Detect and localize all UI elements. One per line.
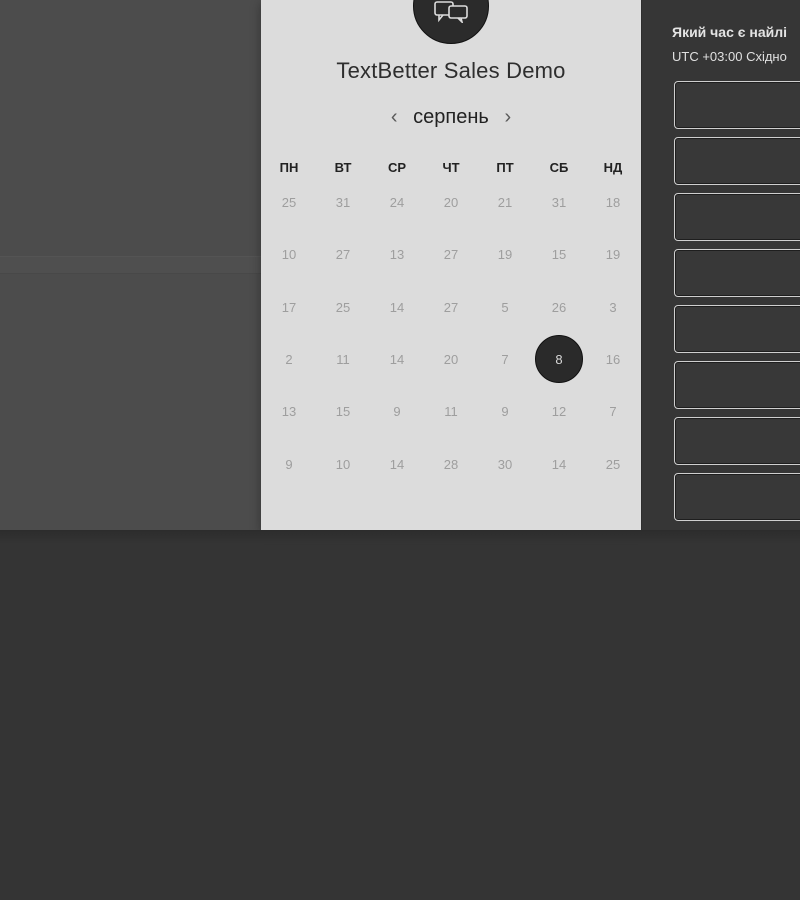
calendar-day[interactable]: 11 bbox=[319, 335, 367, 383]
chevron-right-icon: › bbox=[504, 105, 512, 128]
event-avatar bbox=[413, 0, 489, 44]
calendar-day[interactable]: 27 bbox=[427, 230, 475, 278]
calendar-day[interactable]: 9 bbox=[373, 387, 421, 435]
calendar-day[interactable]: 31 bbox=[535, 178, 583, 226]
calendar-day[interactable]: 10 bbox=[319, 440, 367, 488]
time-slot-button[interactable] bbox=[674, 473, 800, 521]
calendar-day[interactable]: 20 bbox=[427, 178, 475, 226]
calendar-day[interactable]: 9 bbox=[481, 387, 529, 435]
time-question-heading: Який час є найлі bbox=[672, 24, 788, 40]
timezone-selector[interactable]: UTC +03:00 Східно bbox=[672, 49, 787, 64]
calendar-day[interactable]: 11 bbox=[427, 387, 475, 435]
calendar-day[interactable]: 10 bbox=[265, 230, 313, 278]
time-slot-button[interactable] bbox=[674, 361, 800, 409]
time-slot-button[interactable] bbox=[674, 305, 800, 353]
time-slot-button[interactable] bbox=[674, 193, 800, 241]
chat-bubbles-icon bbox=[434, 1, 468, 23]
calendar-day[interactable]: 31 bbox=[319, 178, 367, 226]
month-navigation: ‹ серпень › bbox=[261, 102, 641, 132]
calendar-day[interactable]: 14 bbox=[535, 440, 583, 488]
weekday-label: ПН bbox=[279, 160, 299, 175]
calendar-day[interactable]: 9 bbox=[265, 440, 313, 488]
calendar-day[interactable]: 14 bbox=[373, 440, 421, 488]
time-slot-panel: Який час є найлі UTC +03:00 Східно bbox=[641, 0, 800, 530]
calendar-day[interactable]: 19 bbox=[589, 230, 637, 278]
calendar-day[interactable]: 21 bbox=[481, 178, 529, 226]
calendar-day[interactable]: 17 bbox=[265, 283, 313, 331]
card-shadow bbox=[0, 530, 800, 544]
days-grid: 25 31 24 20 21 31 18 10 27 13 27 19 15 19 17 25 14 27 5 26 3… bbox=[261, 176, 641, 496]
weekday-label: СР bbox=[387, 160, 407, 175]
calendar-day[interactable]: 3 bbox=[589, 283, 637, 331]
calendar-day[interactable]: 13 bbox=[265, 387, 313, 435]
calendar-day[interactable]: 12 bbox=[535, 387, 583, 435]
weekday-label: ВТ bbox=[334, 160, 352, 175]
next-month-button[interactable]: › bbox=[497, 104, 519, 130]
weekday-label: СБ bbox=[549, 160, 569, 175]
calendar-day[interactable]: 28 bbox=[427, 440, 475, 488]
calendar-day[interactable]: 18 bbox=[589, 178, 637, 226]
calendar-day[interactable]: 7 bbox=[589, 387, 637, 435]
calendar-day[interactable]: 25 bbox=[319, 283, 367, 331]
calendar-day[interactable]: 16 bbox=[589, 335, 637, 383]
calendar-day[interactable]: 26 bbox=[535, 283, 583, 331]
panel-divider bbox=[0, 256, 261, 274]
event-title: TextBetter Sales Demo bbox=[336, 58, 566, 83]
calendar-day[interactable]: 25 bbox=[589, 440, 637, 488]
calendar-day[interactable]: 13 bbox=[373, 230, 421, 278]
calendar-day[interactable]: 15 bbox=[319, 387, 367, 435]
selected-day[interactable]: 8 bbox=[535, 335, 583, 383]
calendar-card: TextBetter Sales Demo ‹ серпень › ПН ВТ … bbox=[261, 0, 641, 530]
calendar-day[interactable]: 5 bbox=[481, 283, 529, 331]
booking-page: TextBetter Sales Demo ‹ серпень › ПН ВТ … bbox=[0, 0, 800, 900]
month-label: серпень bbox=[413, 105, 489, 128]
calendar-day[interactable]: 2 bbox=[265, 335, 313, 383]
time-slot-button[interactable] bbox=[674, 81, 800, 129]
calendar-day[interactable]: 14 bbox=[373, 335, 421, 383]
calendar-day[interactable]: 25 bbox=[265, 178, 313, 226]
calendar-day[interactable]: 27 bbox=[427, 283, 475, 331]
weekday-label: ПТ bbox=[496, 160, 514, 175]
previous-month-button[interactable]: ‹ bbox=[383, 104, 405, 130]
calendar-day[interactable]: 27 bbox=[319, 230, 367, 278]
calendar-day[interactable]: 14 bbox=[373, 283, 421, 331]
calendar-day[interactable]: 24 bbox=[373, 178, 421, 226]
weekday-label: НД bbox=[603, 160, 623, 175]
calendar-day[interactable]: 19 bbox=[481, 230, 529, 278]
time-slot-button[interactable] bbox=[674, 249, 800, 297]
chevron-left-icon: ‹ bbox=[390, 105, 398, 128]
left-background-panel bbox=[0, 0, 261, 530]
calendar-day[interactable]: 20 bbox=[427, 335, 475, 383]
weekday-label: ЧТ bbox=[442, 160, 460, 175]
calendar-day[interactable]: 30 bbox=[481, 440, 529, 488]
calendar-day[interactable]: 15 bbox=[535, 230, 583, 278]
calendar-day[interactable]: 7 bbox=[481, 335, 529, 383]
time-slot-button[interactable] bbox=[674, 417, 800, 465]
time-slot-button[interactable] bbox=[674, 137, 800, 185]
